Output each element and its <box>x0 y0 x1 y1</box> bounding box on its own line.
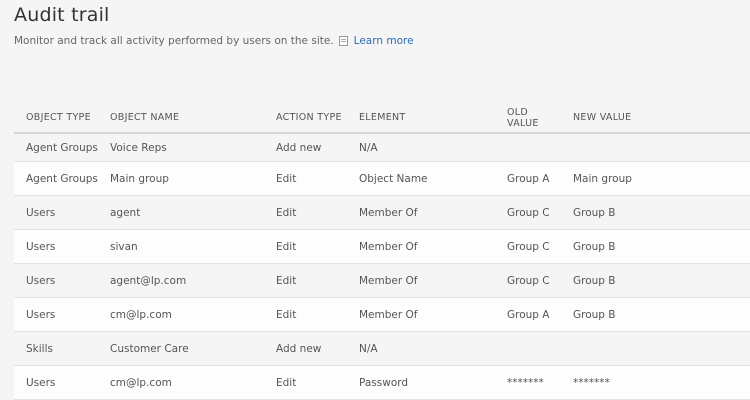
cell-action-type: Edit <box>264 263 347 298</box>
cell-action-type: Edit <box>264 195 347 230</box>
table-row[interactable]: Users cm@lp.com Edit Member Of Group A G… <box>14 297 750 332</box>
cell-new-value <box>561 133 750 162</box>
cell-element: Member Of <box>347 297 495 332</box>
cell-old-value: Group C <box>495 229 561 264</box>
cell-object-type: Users <box>14 229 98 264</box>
cell-old-value <box>495 133 561 162</box>
cell-new-value: ******* <box>561 365 750 400</box>
column-header-old-value[interactable]: OLD VALUE <box>495 103 561 134</box>
document-icon <box>338 36 348 46</box>
cell-action-type: Add new <box>264 133 347 162</box>
column-header-element[interactable]: ELEMENT <box>347 103 495 134</box>
page-title: Audit trail <box>14 4 110 26</box>
cell-object-type: Skills <box>14 331 98 366</box>
cell-new-value: Main group <box>561 161 750 196</box>
cell-object-type: Users <box>14 263 98 298</box>
cell-new-value: Group B <box>561 297 750 332</box>
table-row[interactable]: Users agent@lp.com Edit Member Of Group … <box>14 263 750 298</box>
cell-action-type: Edit <box>264 229 347 264</box>
cell-old-value: Group C <box>495 195 561 230</box>
table-row[interactable]: Agent Groups Main group Edit Object Name… <box>14 161 750 196</box>
audit-trail-page: Audit trail Monitor and track all activi… <box>0 0 750 400</box>
cell-element: N/A <box>347 133 495 162</box>
cell-object-name: Customer Care <box>98 331 264 366</box>
learn-more-link[interactable]: Learn more <box>354 35 414 47</box>
cell-old-value: Group A <box>495 161 561 196</box>
cell-element: Password <box>347 365 495 400</box>
cell-object-name: cm@lp.com <box>98 365 264 400</box>
audit-table: OBJECT TYPE OBJECT NAME ACTION TYPE ELEM… <box>14 103 750 400</box>
cell-object-name: cm@lp.com <box>98 297 264 332</box>
cell-object-type: Agent Groups <box>14 161 98 196</box>
cell-element: Member Of <box>347 229 495 264</box>
cell-new-value: Group B <box>561 229 750 264</box>
cell-old-value: ******* <box>495 365 561 400</box>
cell-action-type: Edit <box>264 297 347 332</box>
description-text: Monitor and track all activity performed… <box>14 35 334 47</box>
column-header-object-name[interactable]: OBJECT NAME <box>98 103 264 134</box>
cell-object-type: Users <box>14 365 98 400</box>
cell-new-value: Group B <box>561 195 750 230</box>
table-row[interactable]: Skills Customer Care Add new N/A <box>14 331 750 366</box>
page-description: Monitor and track all activity performed… <box>14 35 414 47</box>
cell-element: Member Of <box>347 195 495 230</box>
cell-object-name: Main group <box>98 161 264 196</box>
table-row[interactable]: Users sivan Edit Member Of Group C Group… <box>14 229 750 264</box>
table-header-row: OBJECT TYPE OBJECT NAME ACTION TYPE ELEM… <box>14 103 750 134</box>
cell-new-value: Group B <box>561 263 750 298</box>
cell-old-value: Group A <box>495 297 561 332</box>
cell-action-type: Edit <box>264 161 347 196</box>
cell-element: Object Name <box>347 161 495 196</box>
cell-old-value: Group C <box>495 263 561 298</box>
cell-object-type: Agent Groups <box>14 133 98 162</box>
column-header-action-type[interactable]: ACTION TYPE <box>264 103 347 134</box>
cell-object-name: Voice Reps <box>98 133 264 162</box>
cell-element: N/A <box>347 331 495 366</box>
table-row[interactable]: Agent Groups Voice Reps Add new N/A <box>14 133 750 162</box>
column-header-new-value[interactable]: NEW VALUE <box>561 103 750 134</box>
cell-new-value <box>561 331 750 366</box>
cell-element: Member Of <box>347 263 495 298</box>
cell-old-value <box>495 331 561 366</box>
cell-object-name: agent <box>98 195 264 230</box>
cell-object-type: Users <box>14 195 98 230</box>
cell-object-type: Users <box>14 297 98 332</box>
cell-object-name: sivan <box>98 229 264 264</box>
column-header-object-type[interactable]: OBJECT TYPE <box>14 103 98 134</box>
cell-action-type: Edit <box>264 365 347 400</box>
cell-action-type: Add new <box>264 331 347 366</box>
cell-object-name: agent@lp.com <box>98 263 264 298</box>
table-row[interactable]: Users agent Edit Member Of Group C Group… <box>14 195 750 230</box>
table-row[interactable]: Users cm@lp.com Edit Password ******* **… <box>14 365 750 400</box>
